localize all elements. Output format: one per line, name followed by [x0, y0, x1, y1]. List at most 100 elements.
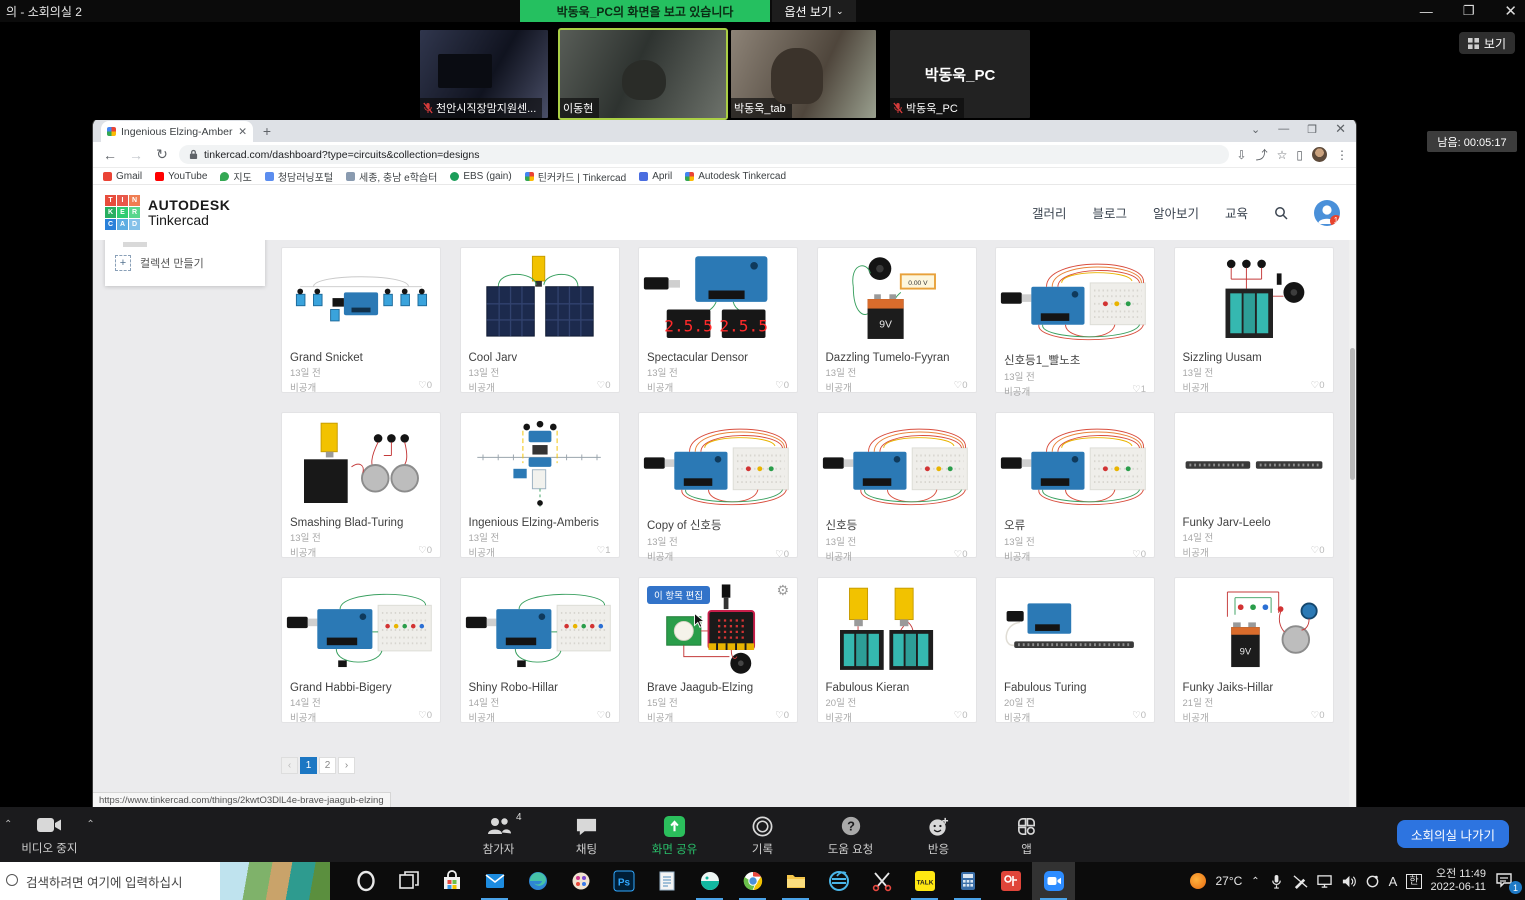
design-title[interactable]: Funky Jaiks-Hillar [1183, 682, 1325, 694]
reactions-button[interactable]: 반응 [908, 814, 970, 857]
taskbar-app-kakaotalk[interactable] [903, 862, 946, 900]
design-card[interactable]: Grand Snicket13일 전비공개♡0 [281, 247, 441, 393]
design-card[interactable]: Spectacular Densor13일 전비공개♡0 [638, 247, 798, 393]
design-card[interactable]: Ingenious Elzing-Amberis13일 전비공개♡1 [460, 412, 620, 558]
design-card[interactable]: 신호등13일 전비공개♡0 [817, 412, 977, 558]
ime-korean-indicator[interactable]: 한 [1406, 874, 1421, 889]
design-title[interactable]: 신호등 [826, 517, 968, 533]
taskbar-app-ie[interactable] [817, 862, 860, 900]
new-tab-button[interactable]: + [257, 121, 277, 141]
notification-center-button[interactable]: 1 [1495, 872, 1517, 890]
install-icon[interactable]: ⇩ [1237, 148, 1247, 162]
bookmark-april[interactable]: April [639, 171, 672, 182]
temperature-label[interactable]: 27°C [1215, 874, 1242, 888]
taskbar-app-photoshop[interactable] [602, 862, 645, 900]
page-2-button[interactable]: 2 [319, 757, 336, 774]
design-card[interactable]: Copy of 신호등13일 전비공개♡0 [638, 412, 798, 558]
taskbar-clock[interactable]: 오전 11:49 2022-06-11 [1431, 868, 1486, 894]
participant-video-active[interactable]: 이동현 [560, 30, 726, 118]
design-title[interactable]: Cool Jarv [469, 352, 611, 364]
tab-close-icon[interactable]: ✕ [238, 126, 247, 138]
design-title[interactable]: Copy of 신호등 [647, 517, 789, 533]
share-icon[interactable]: ⤴ [1256, 146, 1268, 163]
minimize-button[interactable]: — [1420, 4, 1433, 19]
taskbar-app-store[interactable] [430, 862, 473, 900]
page-scrollbar[interactable]: ▲ [1349, 240, 1356, 807]
taskbar-app-paint[interactable] [559, 862, 602, 900]
bookmark-gmail[interactable]: Gmail [103, 171, 142, 182]
design-title[interactable]: Grand Snicket [290, 352, 432, 364]
bookmark-autodesk-tinkercad[interactable]: Autodesk Tinkercad [685, 171, 786, 182]
display-tray-icon[interactable] [1317, 874, 1332, 889]
browser-profile-avatar[interactable] [1312, 147, 1327, 162]
likes-count[interactable]: ♡0 [954, 549, 968, 563]
reload-button[interactable]: ↻ [153, 146, 171, 163]
nav-gallery[interactable]: 갤러리 [1032, 203, 1067, 222]
design-card[interactable]: Funky Jarv-Leelo14일 전비공개♡0 [1174, 412, 1334, 558]
design-title[interactable]: Grand Habbi-Bigery [290, 682, 432, 694]
design-title[interactable]: Shiny Robo-Hillar [469, 682, 611, 694]
edit-item-badge[interactable]: 이 항목 편집 [647, 586, 710, 604]
taskbar-app-chrome[interactable] [731, 862, 774, 900]
likes-count[interactable]: ♡0 [1311, 380, 1325, 394]
browser-close-button[interactable]: ✕ [1335, 121, 1346, 137]
likes-count[interactable]: ♡0 [954, 380, 968, 394]
design-card[interactable]: Grand Habbi-Bigery14일 전비공개♡0 [281, 577, 441, 723]
gear-icon[interactable]: ⚙ [776, 582, 789, 599]
design-title[interactable]: Funky Jarv-Leelo [1183, 517, 1325, 529]
forward-button[interactable]: → [127, 147, 145, 163]
stop-video-button[interactable]: 비디오 중지 [14, 813, 84, 856]
design-title[interactable]: Smashing Blad-Turing [290, 517, 432, 529]
browser-minimize-button[interactable]: — [1278, 123, 1289, 135]
taskbar-app-edge[interactable] [516, 862, 559, 900]
design-title[interactable]: 오류 [1004, 517, 1146, 533]
taskbar-app-opera[interactable] [344, 862, 387, 900]
bookmark-maps[interactable]: 지도 [220, 169, 251, 184]
pen-tray-icon[interactable] [1293, 874, 1308, 889]
likes-count[interactable]: ♡0 [775, 549, 789, 563]
taskbar-app-zoom[interactable] [1032, 862, 1075, 900]
likes-count[interactable]: ♡0 [954, 710, 968, 724]
microphone-tray-icon[interactable] [1269, 874, 1284, 889]
ime-latin-indicator[interactable]: A [1389, 874, 1398, 889]
maximize-button[interactable]: ❐ [1463, 3, 1475, 19]
page-next-button[interactable]: › [338, 757, 355, 774]
view-options-button[interactable]: 옵션 보기⌄ [772, 0, 856, 22]
design-title[interactable]: Fabulous Turing [1004, 682, 1146, 694]
user-avatar[interactable]: 1 [1314, 200, 1340, 226]
weather-icon[interactable] [1190, 873, 1206, 889]
likes-count[interactable]: ♡0 [597, 710, 611, 724]
scrollbar-thumb[interactable] [1350, 348, 1355, 480]
participants-button[interactable]: 4 참가자 [468, 814, 530, 857]
bookmark-elearning[interactable]: 세종, 충남 e학습터 [346, 169, 437, 184]
design-title[interactable]: Ingenious Elzing-Amberis [469, 517, 611, 529]
participant-video-off[interactable]: 박동욱_PC 박동욱_PC [890, 30, 1030, 118]
onedrive-tray-icon[interactable] [1365, 874, 1380, 889]
profile-chevron-icon[interactable]: ⌄ [1251, 123, 1260, 136]
browser-restore-button[interactable]: ❐ [1307, 123, 1317, 136]
share-screen-button[interactable]: 화면 공유 [644, 814, 706, 857]
back-button[interactable]: ← [101, 147, 119, 163]
bookmark-chungdahm[interactable]: 청담러닝포털 [265, 169, 333, 184]
windows-search-box[interactable]: 검색하려면 여기에 입력하십시 [0, 862, 330, 900]
likes-count[interactable]: ♡0 [1311, 545, 1325, 559]
close-button[interactable]: ✕ [1504, 2, 1517, 20]
taskbar-app-explorer[interactable] [774, 862, 817, 900]
bookmark-youtube[interactable]: YouTube [155, 171, 207, 182]
taskbar-app-notepad[interactable] [645, 862, 688, 900]
nav-education[interactable]: 교육 [1225, 203, 1248, 222]
likes-count[interactable]: ♡0 [775, 380, 789, 394]
likes-count[interactable]: ♡0 [1132, 549, 1146, 563]
design-card[interactable]: Cool Jarv13일 전비공개♡0 [460, 247, 620, 393]
design-card[interactable]: 오류13일 전비공개♡0 [995, 412, 1155, 558]
likes-count[interactable]: ♡0 [597, 380, 611, 394]
design-card[interactable]: Fabulous Turing20일 전비공개♡0 [995, 577, 1155, 723]
taskbar-app-calculator[interactable] [946, 862, 989, 900]
nav-learn[interactable]: 알아보기 [1153, 203, 1199, 222]
video-options-chevron[interactable]: ⌃ [86, 819, 94, 830]
design-card[interactable]: Fabulous Kieran20일 전비공개♡0 [817, 577, 977, 723]
taskbar-app-snip[interactable] [860, 862, 903, 900]
search-icon[interactable] [1274, 206, 1288, 220]
taskbar-app-hancom[interactable] [989, 862, 1032, 900]
browser-tab[interactable]: Ingenious Elzing-Amberis | Tink ✕ [101, 121, 253, 142]
